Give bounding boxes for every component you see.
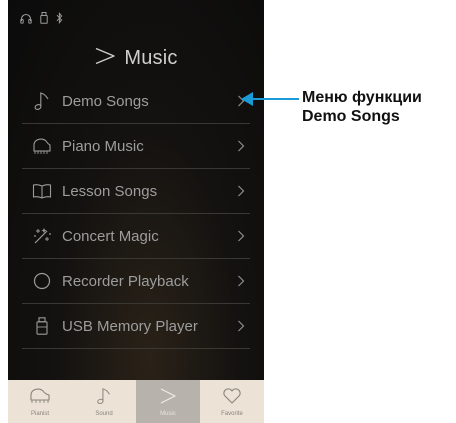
grand-piano-icon — [22, 124, 62, 169]
menu-item-label: Recorder Playback — [62, 272, 189, 290]
open-book-icon — [22, 169, 62, 214]
heart-icon — [222, 387, 242, 409]
menu-item-lesson-songs[interactable]: Lesson Songs — [22, 169, 250, 214]
usb-icon — [40, 12, 48, 24]
usb-drive-icon — [22, 304, 62, 349]
page-title: Music — [124, 46, 178, 69]
menu-item-label: Concert Magic — [62, 227, 159, 245]
menu-item-label: Demo Songs — [62, 92, 149, 110]
menu-item-concert-magic[interactable]: Concert Magic — [22, 214, 250, 259]
page: Music Demo Songs Piano Music Lesson Song… — [0, 0, 456, 423]
chevron-right-icon — [232, 259, 250, 304]
callout-label: Меню функции Demo Songs — [302, 88, 422, 126]
grand-piano-icon — [29, 387, 51, 409]
music-note-icon — [96, 387, 112, 409]
nav-label: Favorite — [221, 410, 243, 417]
menu-item-label: Piano Music — [62, 137, 144, 155]
nav-item-sound[interactable]: Sound — [72, 380, 136, 423]
headphones-icon — [20, 13, 32, 24]
menu-item-label: Lesson Songs — [62, 182, 158, 200]
music-menu: Demo Songs Piano Music Lesson Songs Conc… — [22, 79, 250, 349]
menu-item-label: USB Memory Player — [62, 317, 198, 335]
play-triangle-icon — [158, 387, 178, 409]
nav-label: Music — [160, 410, 176, 417]
screen-header: Music — [8, 42, 264, 74]
magic-sparkle-icon — [22, 214, 62, 259]
callout-arrow-icon — [241, 92, 299, 106]
menu-item-usb-memory-player[interactable]: USB Memory Player — [22, 304, 250, 349]
callout-line-1: Меню функции — [302, 89, 422, 106]
nav-label: Pianist — [30, 410, 49, 417]
status-bar — [20, 10, 63, 26]
menu-item-recorder-playback[interactable]: Recorder Playback — [22, 259, 250, 304]
callout-line-2: Demo Songs — [302, 108, 400, 125]
chevron-right-icon — [232, 169, 250, 214]
chevron-right-icon — [232, 214, 250, 259]
nav-item-music[interactable]: Music — [136, 380, 200, 423]
nav-item-favorite[interactable]: Favorite — [200, 380, 264, 423]
record-circle-icon — [22, 259, 62, 304]
nav-item-pianist[interactable]: Pianist — [8, 380, 72, 423]
chevron-right-icon — [232, 124, 250, 169]
menu-item-demo-songs[interactable]: Demo Songs — [22, 79, 250, 124]
menu-item-piano-music[interactable]: Piano Music — [22, 124, 250, 169]
bottom-nav: Pianist Sound Music Favorite — [8, 380, 264, 423]
nav-label: Sound — [95, 410, 113, 417]
chevron-right-icon — [232, 304, 250, 349]
device-screen: Music Demo Songs Piano Music Lesson Song… — [8, 0, 264, 423]
music-note-icon — [22, 79, 62, 124]
bluetooth-icon — [56, 12, 63, 24]
play-triangle-icon — [94, 47, 116, 69]
